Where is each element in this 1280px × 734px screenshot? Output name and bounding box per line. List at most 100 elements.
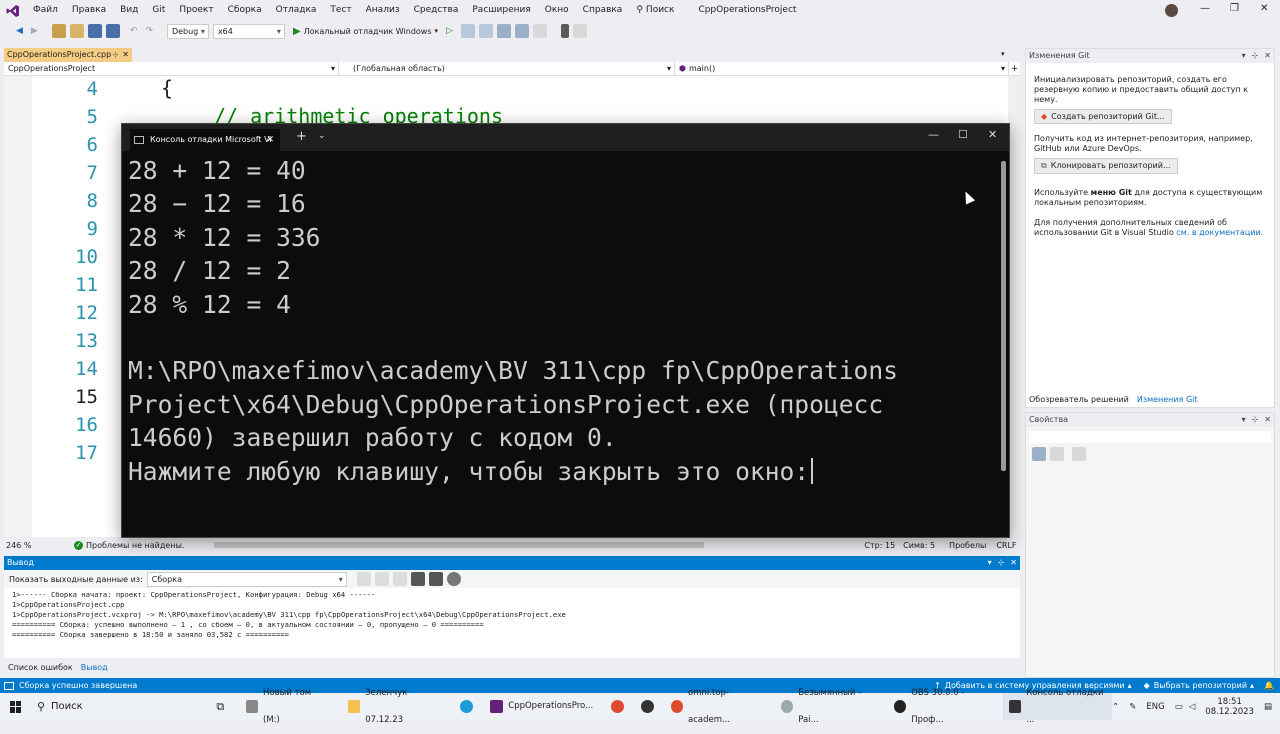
taskbar-item-console[interactable]: Консоль отладки ...: [1003, 688, 1113, 725]
taskbar-item-paint[interactable]: Безымянный - Pai...: [775, 688, 882, 725]
select-repo-button[interactable]: ◆ Выбрать репозиторий ▴: [1144, 681, 1254, 690]
categorized-icon[interactable]: [1032, 447, 1046, 461]
zoom-select[interactable]: 246 %: [6, 541, 46, 550]
platform-select[interactable]: x64: [212, 23, 285, 39]
menu-analyze[interactable]: Анализ: [359, 0, 407, 21]
maximize-icon[interactable]: ☐: [958, 128, 968, 141]
tab-git-changes[interactable]: Изменения Git: [1137, 395, 1198, 404]
clock-icon[interactable]: [446, 572, 461, 586]
network-icon[interactable]: ▭: [1175, 702, 1183, 712]
word-wrap-icon[interactable]: [428, 572, 443, 586]
bookmark-icon[interactable]: [560, 24, 569, 38]
tab-solution-explorer[interactable]: Обозреватель решений: [1029, 395, 1129, 404]
output-source-select[interactable]: Сборка: [146, 571, 347, 587]
undo-icon[interactable]: ↶: [130, 26, 138, 36]
taskbar-item-vs[interactable]: CppOperationsPro...: [484, 693, 599, 720]
debug-console-window[interactable]: Консоль отладки Microsoft Vi ✕ + ⌄ — ☐ ✕…: [121, 123, 1010, 538]
menu-git[interactable]: Git: [145, 0, 172, 21]
find-icon[interactable]: [356, 572, 371, 586]
console-scrollbar[interactable]: [1001, 161, 1006, 471]
run-without-debug-icon[interactable]: ▷: [446, 26, 453, 36]
menu-project[interactable]: Проект: [172, 0, 220, 21]
split-editor-icon[interactable]: +: [1009, 64, 1020, 74]
clone-repo-button[interactable]: ⧉ Клонировать репозиторий...: [1034, 158, 1178, 174]
taskbar-search[interactable]: ⚲ Поиск: [37, 700, 210, 713]
chevron-down-icon[interactable]: ▾: [1242, 49, 1246, 63]
properties-object-select[interactable]: [1029, 431, 1271, 443]
menu-debug[interactable]: Отладка: [269, 0, 324, 21]
create-repo-button[interactable]: ◆ Создать репозиторий Git...: [1034, 109, 1172, 124]
taskbar-item-folder[interactable]: Зеленчук 07.12.23: [342, 688, 446, 725]
tray-chevron-icon[interactable]: ⌃: [1112, 702, 1119, 712]
taskbar-item-chrome[interactable]: [605, 693, 635, 720]
forward-icon[interactable]: ▶: [31, 26, 38, 36]
close-icon[interactable]: ✕: [988, 128, 997, 141]
open-icon[interactable]: [69, 24, 84, 38]
toolbar-icon[interactable]: [514, 24, 529, 38]
volume-icon[interactable]: ◁: [1189, 702, 1196, 712]
chevron-down-icon[interactable]: ▾: [988, 556, 992, 570]
nav-function-select[interactable]: ⬢ main() ▾: [675, 61, 1009, 76]
clock[interactable]: 18:51 08.12.2023: [1205, 697, 1254, 717]
taskbar-item-app[interactable]: [635, 693, 665, 720]
pin-icon[interactable]: ⊹: [1252, 413, 1259, 427]
taskbar-item-obs[interactable]: OBS 30.0.0 - Проф...: [888, 688, 997, 725]
avatar[interactable]: [1165, 4, 1178, 17]
notification-center-icon[interactable]: ▤: [1264, 702, 1272, 712]
property-pages-icon[interactable]: [1072, 447, 1086, 461]
horizontal-scrollbar[interactable]: [214, 542, 705, 548]
menu-extensions[interactable]: Расширения: [465, 0, 537, 21]
alphabetical-icon[interactable]: [1050, 447, 1064, 461]
toolbar-icon[interactable]: [572, 24, 587, 38]
close-icon[interactable]: ✕: [1010, 556, 1017, 570]
menu-build[interactable]: Сборка: [221, 0, 269, 21]
console-tab[interactable]: Консоль отладки Microsoft Vi ✕: [130, 129, 280, 151]
whitespace-indicator[interactable]: Пробелы: [949, 541, 986, 550]
taskbar-item-edge[interactable]: [454, 693, 484, 720]
notifications-icon[interactable]: 🔔: [1264, 681, 1274, 690]
menu-help[interactable]: Справка: [576, 0, 630, 21]
issues-status[interactable]: Проблемы не найдены.: [86, 541, 184, 550]
pen-icon[interactable]: ✎: [1129, 702, 1136, 712]
clear-icon[interactable]: [410, 572, 425, 586]
redo-icon[interactable]: ↷: [145, 26, 153, 36]
eol-indicator[interactable]: CRLF: [996, 541, 1016, 550]
pin-icon[interactable]: ⊹: [998, 556, 1005, 570]
new-tab-icon[interactable]: +: [296, 129, 307, 144]
taskbar-item-explorer[interactable]: Новый том (M:): [240, 688, 330, 725]
taskbar-item-yandex[interactable]: omni.top-academ...: [665, 688, 769, 725]
docs-link[interactable]: см. в документации.: [1176, 228, 1263, 237]
tab-cppoperationsproject-cpp[interactable]: CppOperationsProject.cpp ⊹ ✕: [4, 48, 132, 62]
chevron-down-icon[interactable]: ▾: [1242, 413, 1246, 427]
language-indicator[interactable]: ENG: [1146, 702, 1164, 712]
document-well-chevron-icon[interactable]: ▾: [1001, 50, 1005, 58]
nav-project-select[interactable]: CppOperationsProject ▾: [4, 61, 339, 76]
close-icon[interactable]: ✕: [1264, 413, 1271, 427]
close-icon[interactable]: ✕: [1260, 3, 1268, 14]
menu-tools[interactable]: Средства: [407, 0, 466, 21]
toolbar-icon[interactable]: [460, 24, 475, 38]
nav-scope-select[interactable]: (Глобальная область) ▾: [339, 61, 675, 76]
toolbar-icon[interactable]: [496, 24, 511, 38]
menu-view[interactable]: Вид: [113, 0, 145, 21]
back-icon[interactable]: ◀: [16, 26, 23, 36]
maximize-icon[interactable]: ❐: [1230, 3, 1239, 14]
save-all-icon[interactable]: [105, 24, 120, 38]
toolbar-icon[interactable]: [478, 24, 493, 38]
close-icon[interactable]: ✕: [1264, 49, 1271, 63]
chevron-down-icon[interactable]: ⌄: [318, 131, 326, 141]
close-tab-icon[interactable]: ✕: [266, 129, 274, 151]
save-icon[interactable]: [87, 24, 102, 38]
config-select[interactable]: Debug: [166, 23, 209, 39]
close-tab-icon[interactable]: ✕: [122, 48, 129, 62]
run-button[interactable]: ▶ Локальный отладчик Windows ▾: [293, 26, 438, 37]
output-text[interactable]: 1>------ Сборка начата: проект: CppOpera…: [4, 588, 1020, 658]
tab-output[interactable]: Вывод: [81, 663, 108, 672]
tab-error-list[interactable]: Список ошибок: [8, 663, 73, 672]
menu-window[interactable]: Окно: [538, 0, 576, 21]
task-view-icon[interactable]: ⧉: [216, 700, 224, 714]
prev-icon[interactable]: [374, 572, 389, 586]
minimize-icon[interactable]: —: [1200, 3, 1210, 14]
search-button[interactable]: ⚲ Поиск: [629, 0, 681, 21]
windows-start-icon[interactable]: [10, 700, 21, 713]
